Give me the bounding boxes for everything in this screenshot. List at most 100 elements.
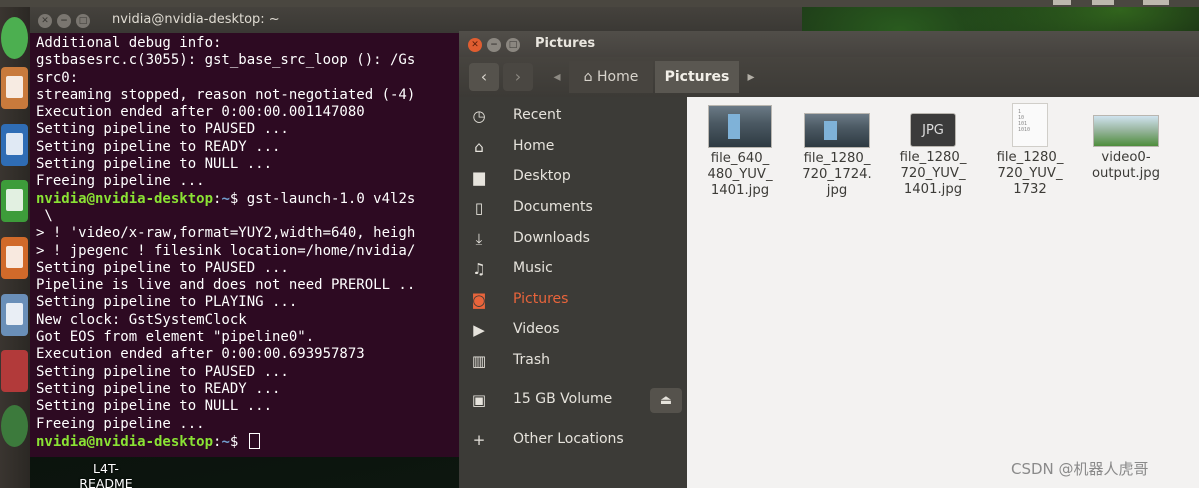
terminal-text: gstbasesrc.c(3055): gst_base_src_loop ()…: [36, 52, 416, 69]
terminal-text: Setting pipeline to PAUSED ...: [36, 363, 289, 380]
terminal-text: Execution ended after 0:00:00.001147080: [36, 104, 365, 121]
chevron-right-icon: ›: [514, 67, 522, 86]
terminal-text: New clock: GstSystemClock: [36, 311, 247, 328]
file-manager-window[interactable]: ✕ − □ Pictures ‹ › ◂ ⌂ Home Pictures ▸ ◷…: [459, 31, 1199, 488]
forward-button[interactable]: ›: [503, 63, 533, 91]
network-indicator-icon[interactable]: [1053, 0, 1071, 5]
files-toolbar: ‹ › ◂ ⌂ Home Pictures ▸: [459, 57, 1199, 97]
file-name: file_640_ 480_YUV_ 1401.jpg: [707, 151, 773, 198]
launcher-update-icon[interactable]: [1, 405, 28, 447]
files-titlebar[interactable]: ✕ − □ Pictures: [459, 31, 1199, 57]
sidebar-item-home[interactable]: ⌂ Home: [459, 132, 687, 162]
terminal-text: Setting pipeline to READY ...: [36, 380, 281, 397]
image-thumbnail: [804, 113, 870, 148]
drive-icon: ▣: [471, 391, 487, 409]
eject-button[interactable]: ⏏: [650, 388, 682, 413]
terminal-text: \: [36, 207, 53, 224]
file-item[interactable]: 1 10 101 1010 file_1280_ 720_YUV_ 1732: [983, 103, 1077, 197]
volume-indicator-icon[interactable]: [1092, 0, 1114, 5]
sidebar-item-desktop[interactable]: ▆ Desktop: [459, 162, 687, 192]
terminal-text: Freeing pipeline ...: [36, 173, 205, 190]
folder-icon: ▆: [473, 168, 485, 186]
plus-icon: +: [472, 431, 486, 449]
maximize-icon[interactable]: □: [76, 14, 90, 28]
sidebar-item-videos[interactable]: ▶ Videos: [459, 315, 687, 345]
launcher-settings-icon[interactable]: [1, 350, 28, 392]
sidebar-item-downloads[interactable]: ⤓ Downloads: [459, 224, 687, 254]
eject-icon: ⏏: [659, 393, 673, 408]
file-item[interactable]: JPG file_1280_ 720_YUV_ 1401.jpg: [886, 103, 980, 197]
terminal-text: Setting pipeline to READY ...: [36, 138, 281, 155]
file-name: file_1280_ 720_YUV_ 1401.jpg: [899, 150, 967, 197]
sidebar-item-label: 15 GB Volume: [513, 391, 613, 407]
launcher-app-icon-2[interactable]: [1, 67, 28, 109]
desktop-file-label: L4T- README: [79, 461, 133, 488]
sidebar-item-pictures[interactable]: ◙ Pictures: [459, 285, 687, 315]
launcher-app-icon-1[interactable]: [1, 17, 28, 59]
back-button[interactable]: ‹: [469, 63, 499, 91]
document-icon: ▯: [474, 199, 484, 217]
system-menu-icon[interactable]: [1143, 0, 1169, 5]
trash-icon: ▥: [471, 352, 487, 370]
file-name: file_1280_ 720_YUV_ 1732: [996, 150, 1064, 197]
sidebar-item-recent[interactable]: ◷ Recent: [459, 101, 687, 131]
chevron-left-icon: ‹: [480, 67, 488, 86]
maximize-icon[interactable]: □: [506, 38, 520, 52]
window-title: Pictures: [535, 36, 596, 51]
sidebar-item-label: Documents: [513, 199, 593, 215]
terminal-text: Pipeline is live and does not need PRERO…: [36, 277, 416, 294]
prompt-user: nvidia@nvidia-desktop: [36, 190, 214, 207]
sidebar-item-other-locations[interactable]: + Other Locations: [459, 425, 687, 455]
launcher-calc-icon[interactable]: [1, 180, 28, 222]
terminal-text: Execution ended after 0:00:00.693957873: [36, 346, 365, 363]
file-name: file_1280_ 720_1724. jpg: [802, 151, 872, 198]
sidebar-item-label: Home: [513, 138, 555, 154]
file-item[interactable]: file_1280_ 720_1724. jpg: [790, 103, 884, 198]
terminal-titlebar[interactable]: ✕ − □ nvidia@nvidia-desktop: ~: [30, 7, 802, 33]
breadcrumb-home[interactable]: ⌂ Home: [569, 61, 653, 93]
launcher: [0, 7, 30, 488]
sidebar-item-label: Trash: [513, 352, 550, 368]
prompt-path: ~: [221, 433, 230, 450]
terminal-title: nvidia@nvidia-desktop: ~: [112, 12, 280, 27]
places-sidebar: ◷ Recent ⌂ Home ▆ Desktop ▯ Documents ⤓ Downloads…: [459, 97, 687, 488]
file-grid: file_640_ 480_YUV_ 1401.jpg file_1280_ 72…: [687, 97, 1199, 488]
terminal-text: Setting pipeline to PAUSED ...: [36, 121, 289, 138]
terminal-text: > ! 'video/x-raw,format=YUY2,width=640, …: [36, 225, 416, 242]
terminal-text: $: [229, 433, 247, 450]
video-icon: ▶: [473, 321, 485, 339]
sidebar-item-label: Pictures: [513, 291, 569, 307]
sidebar-item-trash[interactable]: ▥ Trash: [459, 346, 687, 376]
minimize-icon[interactable]: −: [57, 14, 71, 28]
sidebar-item-15-gb-volume[interactable]: ▣ 15 GB Volume ⏏: [459, 385, 687, 415]
file-item[interactable]: file_640_ 480_YUV_ 1401.jpg: [693, 103, 787, 198]
file-item[interactable]: video0- output.jpg: [1079, 103, 1173, 182]
sidebar-item-music[interactable]: ♫ Music: [459, 254, 687, 284]
terminal-text: $ gst-launch-1.0 v4l2s: [229, 190, 416, 207]
sidebar-item-label: Recent: [513, 107, 562, 123]
launcher-impress-icon[interactable]: [1, 237, 28, 279]
sidebar-item-documents[interactable]: ▯ Documents: [459, 193, 687, 223]
jpg-file-icon: JPG: [910, 113, 956, 147]
binary-file-icon: 1 10 101 1010: [1012, 103, 1048, 147]
breadcrumb-scroll-right-icon[interactable]: ▸: [743, 61, 759, 93]
breadcrumb-pictures[interactable]: Pictures: [655, 61, 739, 93]
watermark: CSDN @机器人虎哥: [1011, 460, 1149, 478]
terminal-text: streaming stopped, reason not-negotiated…: [36, 86, 416, 103]
sidebar-item-label: Other Locations: [513, 431, 624, 447]
launcher-app-icon-6[interactable]: [1, 294, 28, 336]
terminal-text: Setting pipeline to NULL ...: [36, 398, 273, 415]
sidebar-item-label: Downloads: [513, 230, 590, 246]
file-name: video0- output.jpg: [1091, 150, 1161, 181]
launcher-writer-icon[interactable]: [1, 124, 28, 166]
prompt-path: ~: [221, 190, 230, 207]
terminal-cursor: [248, 432, 260, 449]
close-icon[interactable]: ✕: [468, 38, 482, 52]
breadcrumb-scroll-left-icon[interactable]: ◂: [547, 61, 567, 93]
close-icon[interactable]: ✕: [38, 14, 52, 28]
camera-icon: ◙: [471, 291, 487, 309]
home-icon: ⌂: [474, 138, 484, 156]
minimize-icon[interactable]: −: [487, 38, 501, 52]
terminal-text: Got EOS from element "pipeline0".: [36, 329, 315, 346]
breadcrumb-home-label: Home: [597, 69, 639, 85]
